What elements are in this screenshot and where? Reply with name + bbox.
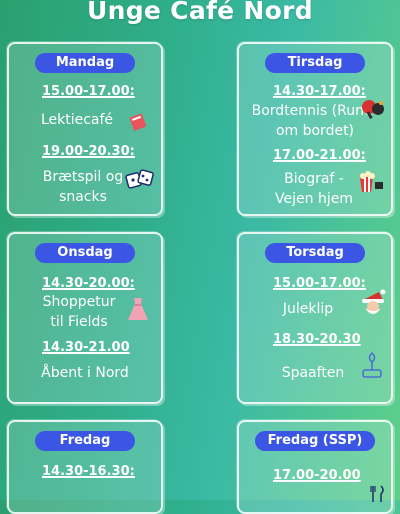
santa-icon bbox=[359, 288, 387, 322]
time-slot: 14.30-20.00: bbox=[42, 276, 135, 291]
popcorn-icon bbox=[357, 168, 385, 198]
time-slot: 15.00-17.00: bbox=[273, 276, 366, 291]
activity-label: Biograf - Vejen hjem bbox=[275, 171, 353, 207]
activity-label: Brætspil og snacks bbox=[42, 169, 124, 205]
day-card-tirsdag: Tirsdag 14.30-17.00: Bordtennis (Rundt o… bbox=[237, 42, 393, 216]
time-slot: 18.30-20.30 bbox=[273, 332, 361, 347]
ping-pong-icon bbox=[360, 98, 386, 126]
day-card-torsdag: Torsdag 15.00-17.00: Juleklip 18.30-20.3… bbox=[237, 232, 393, 404]
day-label: Fredag bbox=[35, 431, 135, 451]
time-slot: 14.30-17.00: bbox=[273, 84, 366, 99]
day-card-onsdag: Onsdag 14.30-20.00: Shoppetur til Fields… bbox=[7, 232, 163, 404]
activity-label: Lektiecafé bbox=[40, 112, 114, 128]
activity-label: Spaaften bbox=[281, 365, 345, 381]
day-label: Mandag bbox=[35, 53, 135, 73]
dice-icon bbox=[125, 168, 155, 196]
day-label: Onsdag bbox=[35, 243, 135, 263]
time-slot: 14.30-21.00 bbox=[42, 340, 130, 355]
day-label: Torsdag bbox=[265, 243, 365, 263]
page-title: Unge Café Nord bbox=[87, 0, 313, 25]
spa-icon bbox=[359, 350, 385, 384]
day-label: Fredag (SSP) bbox=[255, 431, 375, 451]
time-slot: 17.00-20.00 bbox=[273, 468, 361, 483]
time-slot: 15.00-17.00: bbox=[42, 84, 135, 99]
time-slot: 14.30-16.30: bbox=[42, 464, 135, 479]
dress-icon bbox=[125, 296, 151, 326]
book-icon bbox=[127, 110, 149, 136]
day-label: Tirsdag bbox=[265, 53, 365, 73]
activity-label: Shoppetur til Fields bbox=[42, 294, 116, 330]
time-slot: 17.00-21.00: bbox=[273, 148, 366, 163]
time-slot: 19.00-20.30: bbox=[42, 144, 135, 159]
cutlery-icon bbox=[369, 484, 387, 508]
activity-label: Åbent i Nord bbox=[41, 365, 129, 381]
day-card-mandag: Mandag 15.00-17.00: Lektiecafé 19.00-20.… bbox=[7, 42, 163, 216]
activity-label: Juleklip bbox=[282, 301, 334, 317]
